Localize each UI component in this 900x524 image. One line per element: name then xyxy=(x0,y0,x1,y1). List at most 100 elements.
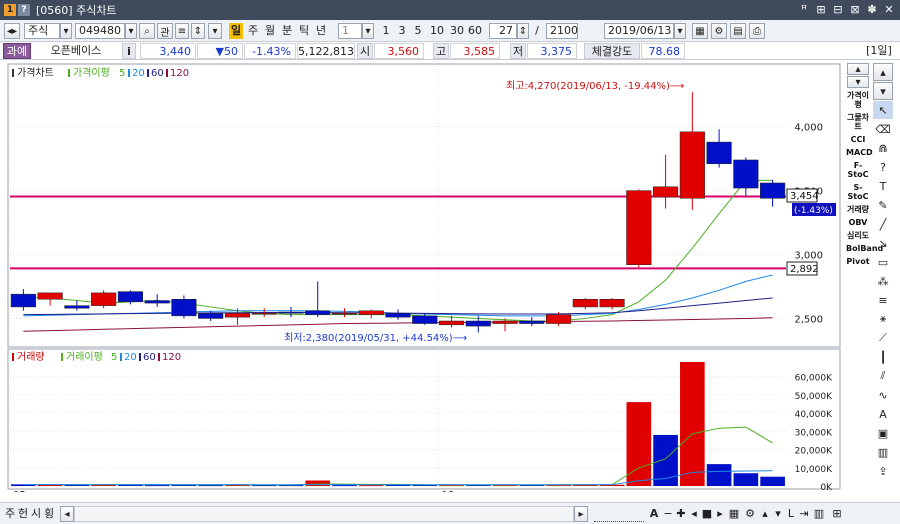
channel-icon[interactable]: ⫽ xyxy=(873,367,893,385)
settings-small-icon[interactable]: ⚙ xyxy=(743,506,757,522)
interval-1-button[interactable]: 1 xyxy=(380,23,392,39)
indicator-psychology[interactable]: 심리도 xyxy=(846,229,870,242)
print-icon[interactable]: ⎙ xyxy=(749,23,765,39)
fit-icon[interactable]: ⊞ xyxy=(830,506,844,522)
layout-icon[interactable]: ⊟ xyxy=(831,2,845,16)
magnet-icon[interactable]: ⋒ xyxy=(873,139,893,157)
settings-icon[interactable]: ✽ xyxy=(865,2,879,16)
period-day-button[interactable]: 일 xyxy=(229,23,243,39)
grid-icon[interactable]: ▦ xyxy=(692,23,708,39)
close-icon[interactable]: ✕ xyxy=(882,2,896,16)
scroll-down-icon[interactable]: ▾ xyxy=(873,82,893,100)
next-icon[interactable]: ▸ xyxy=(714,506,726,522)
minimize-icon[interactable]: ⊠ xyxy=(848,2,862,16)
interval-3-button[interactable]: 3 xyxy=(396,23,408,39)
to-end-icon[interactable]: ⇥ xyxy=(798,506,810,522)
total-input[interactable]: 2100 xyxy=(546,23,578,39)
date-dropdown-icon[interactable]: ▾ xyxy=(674,23,686,39)
indicator-bolband[interactable]: BolBand xyxy=(846,242,883,255)
tab-horizontal[interactable]: 횡 xyxy=(43,506,55,522)
indicator-pivot[interactable]: Pivot xyxy=(846,255,870,268)
indicator-sstoc[interactable]: S-StoC xyxy=(846,181,870,203)
code-input[interactable]: 049480 xyxy=(75,23,125,39)
scroll-up-icon[interactable]: ▴ xyxy=(873,63,893,81)
date-input[interactable]: 2019/06/13 xyxy=(604,23,674,39)
wave-icon[interactable]: ∿ xyxy=(873,386,893,404)
indicator-obv[interactable]: OBV xyxy=(846,216,870,229)
save-icon[interactable]: ▤ xyxy=(730,23,746,39)
period-minute-button[interactable]: 분 xyxy=(280,23,294,39)
interval-dropdown-icon[interactable]: ▾ xyxy=(362,23,374,39)
price-ma120-label: 120 xyxy=(170,68,189,79)
chart-svg[interactable]: 4,0003,5003,0002,50060,000K50,000K40,000… xyxy=(6,62,844,501)
zoom-out-icon[interactable]: − xyxy=(662,506,674,522)
sidebar-toggle-icon[interactable]: ◂▸ xyxy=(4,23,20,39)
market-select[interactable]: 주식 xyxy=(24,23,60,39)
pencil-icon[interactable]: ✎ xyxy=(873,196,893,214)
scroll-icon[interactable]: ≡ xyxy=(175,23,189,39)
compare-button[interactable]: 관 xyxy=(157,23,173,39)
interval-30-button[interactable]: 30 xyxy=(448,23,466,39)
code-dropdown-icon[interactable]: ▾ xyxy=(125,23,137,39)
ray-icon[interactable]: ↘ xyxy=(873,234,893,252)
spin-icon[interactable]: ⇕ xyxy=(191,23,205,39)
info-icon[interactable]: i xyxy=(122,43,136,59)
question-icon[interactable]: ? xyxy=(873,158,893,176)
eraser-icon[interactable]: ⌫ xyxy=(873,120,893,138)
line-icon[interactable]: ╱ xyxy=(873,215,893,233)
search-icon[interactable]: ⌕ xyxy=(139,23,155,39)
indicator-cci[interactable]: CCI xyxy=(846,133,870,146)
period-year-button[interactable]: 년 xyxy=(314,23,328,39)
text-tool-icon[interactable]: T xyxy=(873,177,893,195)
grid-toggle-icon[interactable]: ▦ xyxy=(727,506,741,522)
interval-60-button[interactable]: 60 xyxy=(466,23,484,39)
indicator-macd[interactable]: MACD xyxy=(846,146,873,159)
menu-icon[interactable]: ▾ xyxy=(208,23,222,39)
indicator-up-icon[interactable]: ▴ xyxy=(847,63,869,75)
export-icon[interactable]: ⇪ xyxy=(873,462,893,480)
period-week-button[interactable]: 주 xyxy=(246,23,260,39)
tab-time[interactable]: 시 xyxy=(30,506,42,522)
market-dropdown-icon[interactable]: ▾ xyxy=(60,23,72,39)
indicator-net-chart[interactable]: 그물차트 xyxy=(846,111,870,133)
indicator-volume[interactable]: 거래량 xyxy=(846,203,870,216)
bar-marker-icon[interactable]: ┃ xyxy=(873,348,893,366)
zoom-slider[interactable] xyxy=(594,506,644,522)
chart-area[interactable]: 4,0003,5003,0002,50060,000K50,000K40,000… xyxy=(6,62,844,501)
pin-icon[interactable]: ꟸ xyxy=(797,2,811,16)
fibonacci-icon[interactable]: ≡ xyxy=(873,291,893,309)
rectangle-icon[interactable]: ▭ xyxy=(873,253,893,271)
interval-input[interactable]: 1 xyxy=(338,23,362,39)
interval-5-button[interactable]: 5 xyxy=(412,23,424,39)
indicator-price-ma[interactable]: 가격이평 xyxy=(846,89,870,111)
gear-icon[interactable]: ⚙ xyxy=(711,23,727,39)
fan-icon[interactable]: ⟋ xyxy=(873,329,893,347)
scroll-left-icon[interactable]: ◂ xyxy=(60,506,74,522)
stop-icon[interactable]: ■ xyxy=(701,506,713,522)
prev-icon[interactable]: ◂ xyxy=(688,506,700,522)
tab-week[interactable]: 주 xyxy=(4,506,16,522)
scroll-right-icon[interactable]: ▸ xyxy=(574,506,588,522)
cursor-icon[interactable]: ↖ xyxy=(873,101,893,119)
chart-icon[interactable]: ▥ xyxy=(812,506,826,522)
horizontal-scrollbar[interactable] xyxy=(74,506,574,522)
indicator-down-icon[interactable]: ▾ xyxy=(847,76,869,88)
tab-present[interactable]: 헌 xyxy=(17,506,29,522)
window-icon[interactable]: ▣ xyxy=(873,424,893,442)
gann-icon[interactable]: ⚹ xyxy=(873,310,893,328)
count-input[interactable]: 27 xyxy=(489,23,517,39)
pattern-icon[interactable]: ⁂ xyxy=(873,272,893,290)
period-month-button[interactable]: 월 xyxy=(263,23,277,39)
indicator-fstoc[interactable]: F-StoC xyxy=(846,159,870,181)
bar-chart-icon[interactable]: ▥ xyxy=(873,443,893,461)
period-tick-button[interactable]: 틱 xyxy=(297,23,311,39)
help-icon[interactable]: ? xyxy=(18,4,30,16)
link-icon[interactable]: ⊞ xyxy=(814,2,828,16)
last-icon[interactable]: L xyxy=(785,506,797,522)
move-down-icon[interactable]: ▾ xyxy=(772,506,784,522)
count-spinner-icon[interactable]: ⇕ xyxy=(517,23,529,39)
zoom-in-icon[interactable]: ✚ xyxy=(675,506,687,522)
interval-10-button[interactable]: 10 xyxy=(428,23,446,39)
move-up-icon[interactable]: ▴ xyxy=(759,506,771,522)
auto-icon[interactable]: A xyxy=(873,405,893,423)
